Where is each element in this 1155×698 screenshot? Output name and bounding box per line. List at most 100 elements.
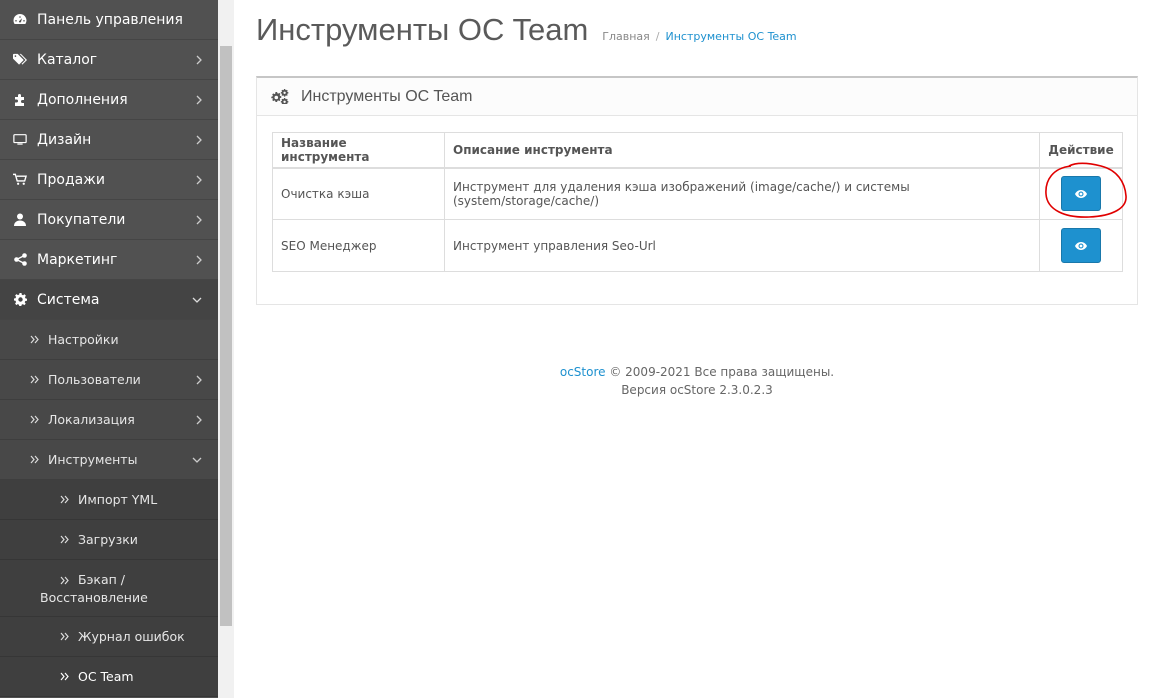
chevron-right-icon [196,360,202,399]
table-header-row: Название инструмента Описание инструмент… [272,132,1123,169]
sidebar-item-import-yml[interactable]: Импорт YML [0,480,218,520]
sidebar-item-backup-restore[interactable]: Бэкап / Восстановление [0,560,218,617]
sidebar-item-label: Продажи [37,171,105,188]
sidebar-item-settings[interactable]: Настройки [0,320,218,360]
chevron-right-icon [196,240,202,279]
sidebar-item-label: Локализация [48,412,135,427]
sidebar-item-label: Загрузки [78,532,138,547]
sidebar-item-label: Настройки [48,332,119,347]
sidebar-item-label: Система [37,291,100,308]
tool-name-cell: Очистка кэша [272,167,445,220]
tools-panel: Инструменты OC Team Название инструмента… [256,76,1138,305]
sidebar-item-marketing[interactable]: Маркетинг [0,240,218,280]
tool-action-cell [1039,219,1123,272]
sidebar-item-error-log[interactable]: Журнал ошибок [0,617,218,657]
footer-rights: © 2009-2021 Все права защищены. [609,365,835,379]
double-chevron-right-icon [60,672,70,681]
sidebar-item-users[interactable]: Пользователи [0,360,218,400]
double-chevron-right-icon [60,535,70,544]
sidebar-item-label-line2: Восстановление [40,590,148,605]
tools-table: Название инструмента Описание инструмент… [272,132,1123,272]
table-row: Очистка кэша Инструмент для удаления кэш… [272,167,1123,220]
double-chevron-right-icon [60,576,70,585]
sidebar-item-label: Импорт YML [78,492,158,507]
cart-icon [13,173,27,187]
chevron-down-icon [192,280,202,319]
sidebar-item-sales[interactable]: Продажи [0,160,218,200]
chevron-down-icon [192,440,202,479]
tools-submenu: Импорт YML Загрузки Бэкап / Восстановлен… [0,480,218,697]
share-icon [13,253,27,267]
sidebar-item-label: Инструменты [48,452,138,467]
eye-icon [1075,239,1087,253]
double-chevron-right-icon [60,632,70,641]
sidebar-item-label: Дизайн [37,131,92,148]
dashboard-icon [13,13,27,27]
sidebar-item-uploads[interactable]: Загрузки [0,520,218,560]
panel-heading: Инструменты OC Team [257,78,1137,116]
breadcrumb: Главная / Инструменты OC Team [602,30,796,43]
sidebar-item-system[interactable]: Система [0,280,218,320]
footer: ocStore © 2009-2021 Все права защищены. … [256,363,1138,399]
page-header: Инструменты OC Team Главная / Инструмент… [256,0,1138,60]
footer-copyright: ocStore © 2009-2021 Все права защищены. [256,363,1138,381]
footer-version: Версия ocStore 2.3.0.2.3 [621,383,773,397]
sidebar-item-label-line1: Бэкап / [78,572,126,587]
tags-icon [13,53,27,67]
view-seo-manager-button[interactable] [1061,228,1101,263]
view-cache-cleaner-button[interactable] [1061,176,1101,212]
tool-description-cell: Инструмент для удаления кэша изображений… [444,167,1040,220]
sidebar-item-label: OC Team [78,669,134,684]
double-chevron-right-icon [30,455,40,464]
breadcrumb-separator: / [655,30,660,43]
panel-body: Название инструмента Описание инструмент… [257,116,1137,288]
sidebar-item-label: Бэкап / Восстановление [40,571,148,607]
chevron-right-icon [196,40,202,79]
chevron-right-icon [196,80,202,119]
breadcrumb-home-link[interactable]: Главная [602,30,650,43]
sidebar-item-label: Журнал ошибок [78,629,185,644]
sidebar-item-label: Панель управления [37,11,183,28]
double-chevron-right-icon [60,495,70,504]
sidebar-item-extensions[interactable]: Дополнения [0,80,218,120]
sidebar-item-localisation[interactable]: Локализация [0,400,218,440]
double-chevron-right-icon [30,335,40,344]
tool-name-cell: SEO Менеджер [272,219,445,272]
user-icon [13,213,27,227]
sidebar-item-label: Маркетинг [37,251,118,268]
sidebar-item-catalog[interactable]: Каталог [0,40,218,80]
breadcrumb-current-link[interactable]: Инструменты OC Team [666,30,797,43]
system-submenu: Настройки Пользователи Локализация Инстр… [0,320,218,697]
tool-description-cell: Инструмент управления Seo-Url [444,219,1040,272]
sidebar-item-design[interactable]: Дизайн [0,120,218,160]
column-header-description: Описание инструмента [444,132,1040,169]
chevron-right-icon [196,200,202,239]
double-chevron-right-icon [30,415,40,424]
puzzle-icon [13,93,27,107]
column-header-action: Действие [1039,132,1123,169]
sidebar-item-dashboard[interactable]: Панель управления [0,0,218,40]
gear-icon [13,293,27,307]
sidebar-item-label: Пользователи [48,372,141,387]
sidebar-scrollbar[interactable] [218,0,234,698]
sidebar-item-oc-team[interactable]: OC Team [0,657,218,697]
tool-action-cell [1039,167,1123,220]
scrollbar-thumb[interactable] [220,46,232,626]
chevron-right-icon [196,160,202,199]
chevron-right-icon [196,400,202,439]
sidebar: Панель управления Каталог Дополнения Диз… [0,0,218,698]
monitor-icon [13,133,27,147]
eye-icon [1075,187,1087,201]
double-chevron-right-icon [30,375,40,384]
sidebar-item-label: Покупатели [37,211,126,228]
sidebar-item-tools[interactable]: Инструменты [0,440,218,480]
cogs-icon [271,89,289,105]
panel-title: Инструменты OC Team [301,87,473,105]
main-content: Инструменты OC Team Главная / Инструмент… [256,0,1138,399]
column-header-name: Название инструмента [272,132,445,169]
table-row: SEO Менеджер Инструмент управления Seo-U… [272,219,1123,272]
sidebar-item-label: Дополнения [37,91,128,108]
footer-brand-link[interactable]: ocStore [560,365,606,379]
page-title: Инструменты OC Team [256,12,589,47]
sidebar-item-customers[interactable]: Покупатели [0,200,218,240]
